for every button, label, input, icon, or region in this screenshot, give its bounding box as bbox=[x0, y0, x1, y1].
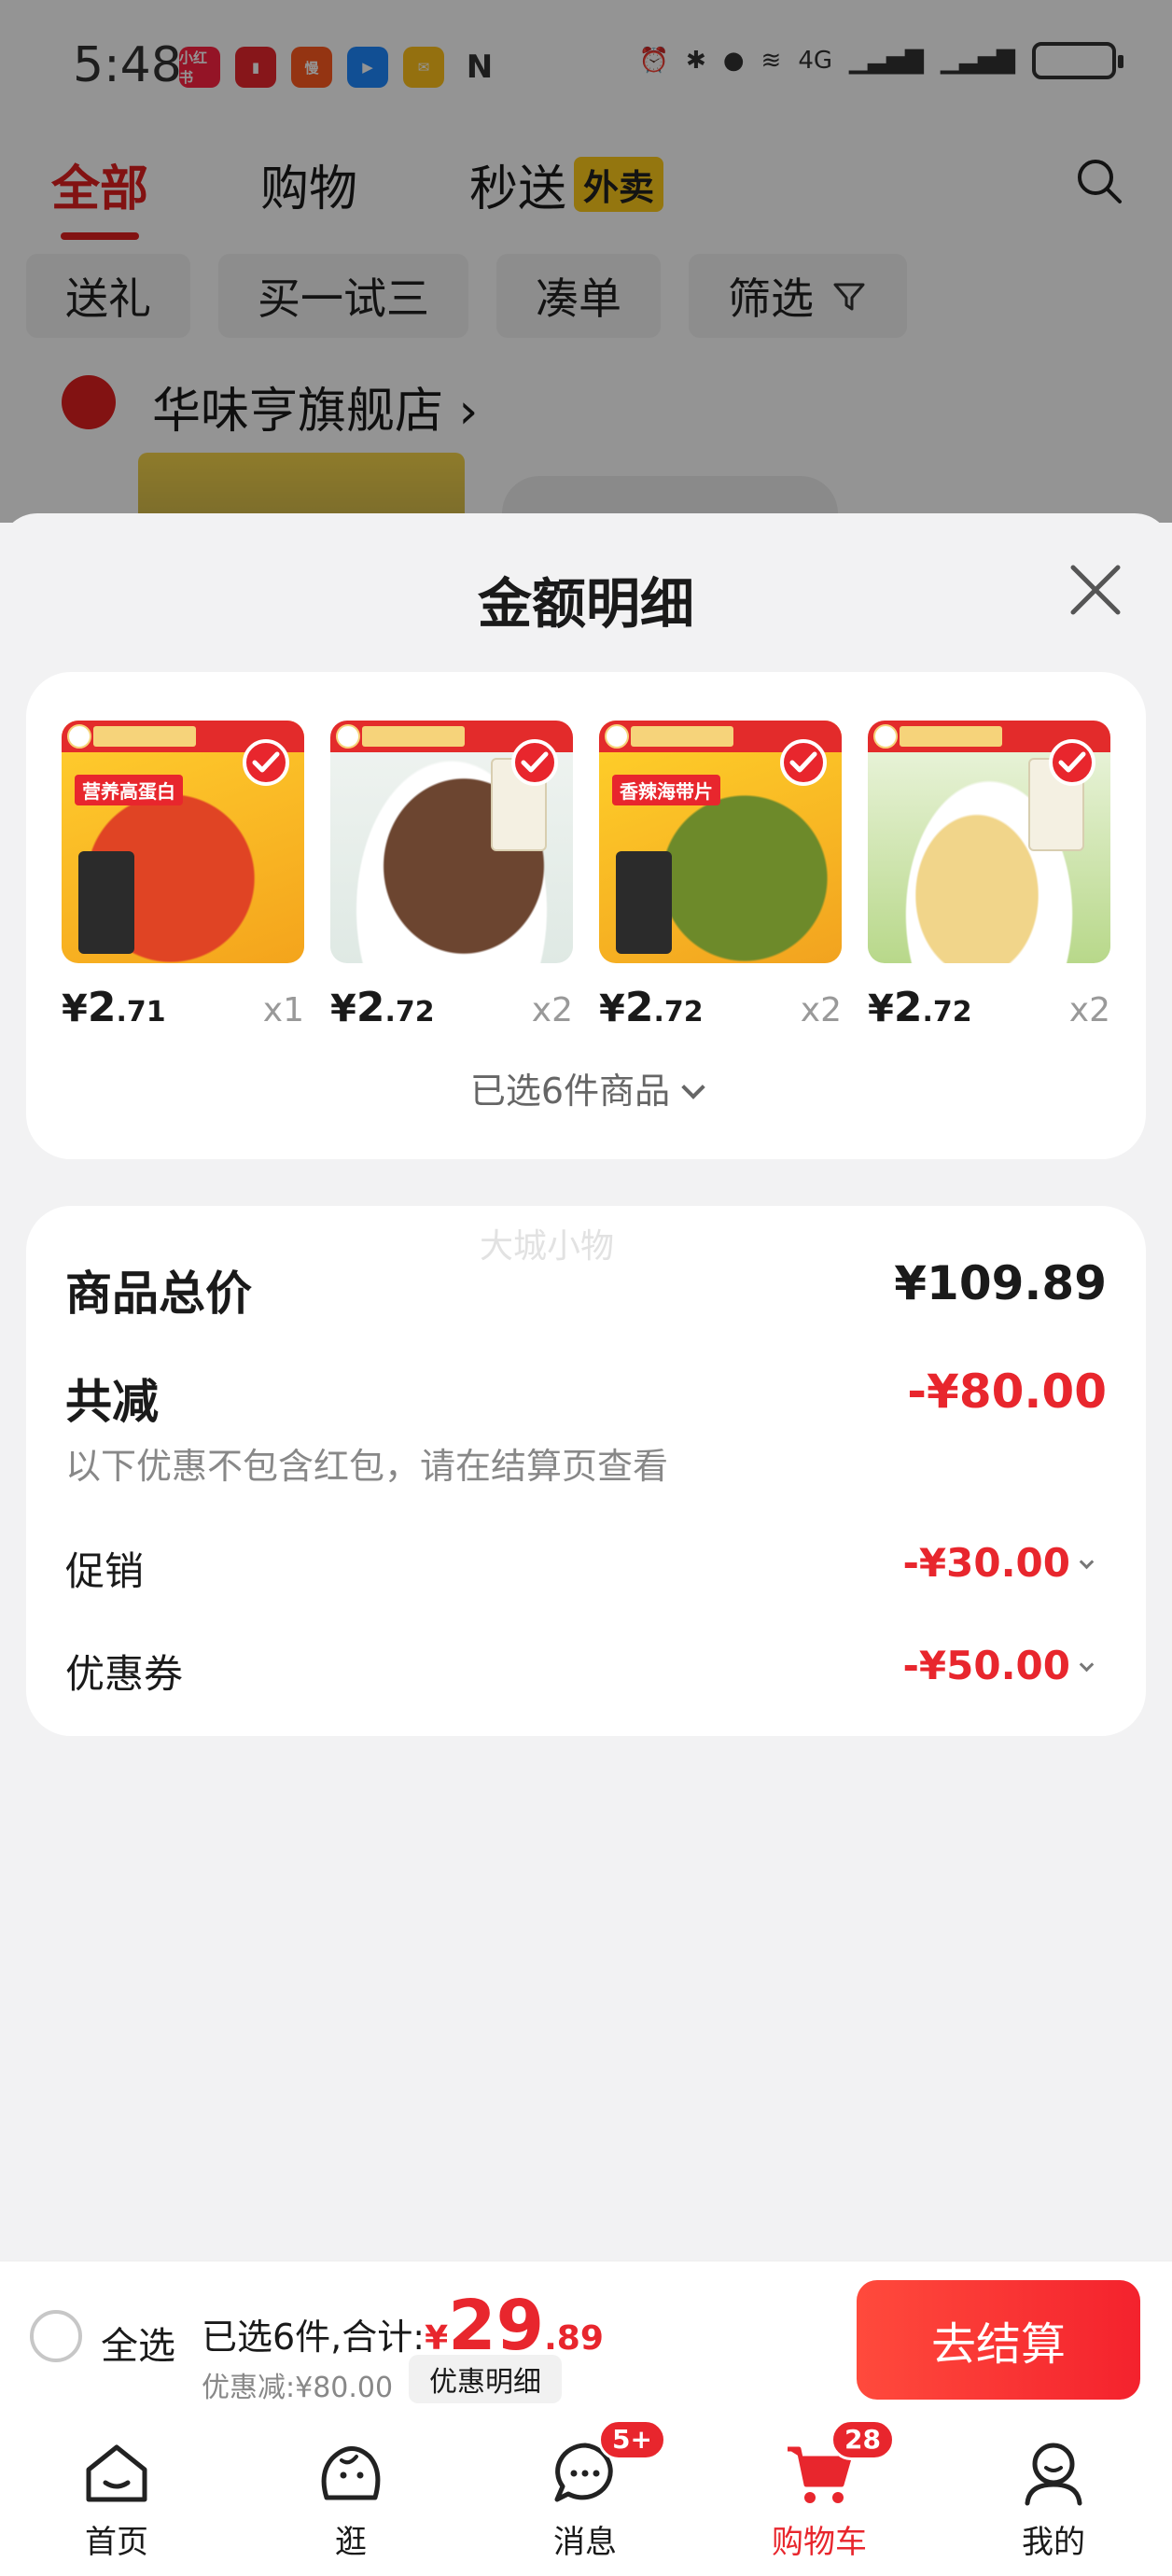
total-prefix: 已选6件,合计: bbox=[202, 2317, 426, 2358]
tab-cart-label: 购物车 bbox=[772, 2524, 867, 2561]
profile-icon bbox=[1025, 2443, 1082, 2506]
product-item[interactable]: 营养高蛋白 ¥2.71 x1 bbox=[62, 721, 304, 1031]
coupon-label: 优惠券 bbox=[65, 1651, 184, 1697]
promotion-label: 促销 bbox=[65, 1548, 145, 1594]
check-icon bbox=[1049, 739, 1095, 786]
check-icon bbox=[243, 739, 289, 786]
tab-browse[interactable]: 逛 bbox=[258, 2419, 444, 2576]
tab-browse-label: 逛 bbox=[335, 2524, 367, 2561]
browse-icon bbox=[321, 2446, 381, 2500]
product-image: 营养高蛋白 bbox=[62, 721, 304, 963]
product-item[interactable]: 香辣海带片 ¥2.72 x2 bbox=[599, 721, 842, 1031]
total-currency: ¥ bbox=[425, 2319, 449, 2358]
discount-amount: 优惠减:¥80.00 bbox=[202, 2372, 394, 2404]
total-price-value: ¥109.89 bbox=[894, 1256, 1107, 1310]
watermark: 大城小物 bbox=[480, 1227, 615, 1266]
product-price: ¥2.72 bbox=[330, 984, 435, 1031]
tab-home-label: 首页 bbox=[85, 2524, 148, 2561]
tab-messages-label: 消息 bbox=[553, 2524, 617, 2561]
product-quantity: x2 bbox=[531, 991, 573, 1029]
coupon-value[interactable]: -¥50.00 bbox=[902, 1643, 1095, 1688]
amount-detail-sheet: 金额明细 营养高蛋白 ¥2.71 x1 ¥2.72 x2 香辣海带片 ¥2.72… bbox=[0, 513, 1172, 2264]
total-price-label: 商品总价 bbox=[65, 1267, 252, 1321]
select-all-label[interactable]: 全选 bbox=[101, 2316, 175, 2370]
tab-mine-label: 我的 bbox=[1022, 2524, 1085, 2561]
price-summary-card: 大城小物 商品总价 ¥109.89 共减 -¥80.00 以下优惠不包含红包，请… bbox=[26, 1206, 1146, 1736]
promotion-value[interactable]: -¥30.00 bbox=[902, 1540, 1095, 1586]
chevron-down-icon bbox=[681, 1075, 705, 1099]
tab-messages[interactable]: 5+ 消息 bbox=[492, 2419, 678, 2576]
product-image bbox=[868, 721, 1110, 963]
messages-badge: 5+ bbox=[598, 2419, 666, 2460]
product-image: 香辣海带片 bbox=[599, 721, 842, 963]
total-reduction-label: 共减 bbox=[65, 1375, 159, 1429]
product-image-caption: 营养高蛋白 bbox=[75, 775, 183, 805]
check-icon bbox=[511, 739, 558, 786]
close-icon[interactable] bbox=[1067, 562, 1123, 618]
product-quantity: x2 bbox=[800, 991, 842, 1029]
chevron-down-icon bbox=[1079, 1554, 1095, 1570]
sheet-title: 金额明细 bbox=[477, 572, 694, 636]
product-list: 营养高蛋白 ¥2.71 x1 ¥2.72 x2 香辣海带片 ¥2.72 x2 ¥… bbox=[62, 721, 1110, 1031]
tab-home[interactable]: 首页 bbox=[23, 2419, 210, 2576]
selected-count-toggle[interactable]: 已选6件商品 bbox=[26, 1062, 1146, 1113]
home-icon bbox=[86, 2444, 147, 2502]
product-quantity: x2 bbox=[1068, 991, 1110, 1029]
check-icon bbox=[780, 739, 827, 786]
product-image bbox=[330, 721, 573, 963]
select-all-checkbox[interactable] bbox=[30, 2310, 82, 2362]
product-price: ¥2.72 bbox=[868, 984, 972, 1031]
product-item[interactable]: ¥2.72 x2 bbox=[330, 721, 573, 1031]
checkout-bar: 全选 已选6件,合计:¥29.89 优惠减:¥80.00 优惠明细 去结算 bbox=[0, 2261, 1172, 2419]
total-decimal: .89 bbox=[544, 2319, 604, 2358]
product-quantity: x1 bbox=[262, 991, 304, 1029]
chevron-down-icon bbox=[1079, 1657, 1095, 1673]
selected-count-label: 已选6件商品 bbox=[469, 1071, 671, 1112]
selected-products-card: 营养高蛋白 ¥2.71 x1 ¥2.72 x2 香辣海带片 ¥2.72 x2 ¥… bbox=[26, 672, 1146, 1159]
total-reduction-value: -¥80.00 bbox=[907, 1365, 1107, 1419]
tab-mine[interactable]: 我的 bbox=[960, 2419, 1147, 2576]
modal-backdrop[interactable] bbox=[0, 0, 1172, 523]
product-image-caption: 香辣海带片 bbox=[612, 775, 720, 805]
product-item[interactable]: ¥2.72 x2 bbox=[868, 721, 1110, 1031]
product-price: ¥2.72 bbox=[599, 984, 704, 1031]
checkout-button[interactable]: 去结算 bbox=[857, 2280, 1140, 2400]
reduction-note: 以下优惠不包含红包，请在结算页查看 bbox=[65, 1446, 669, 1487]
tab-cart[interactable]: 28 购物车 bbox=[726, 2419, 913, 2576]
cart-badge: 28 bbox=[830, 2419, 895, 2460]
bottom-tab-bar: 首页 逛 5+ 消息 28 购物车 我的 bbox=[0, 2419, 1172, 2576]
product-price: ¥2.71 bbox=[62, 984, 166, 1031]
discount-detail-button[interactable]: 优惠明细 bbox=[409, 2355, 562, 2403]
